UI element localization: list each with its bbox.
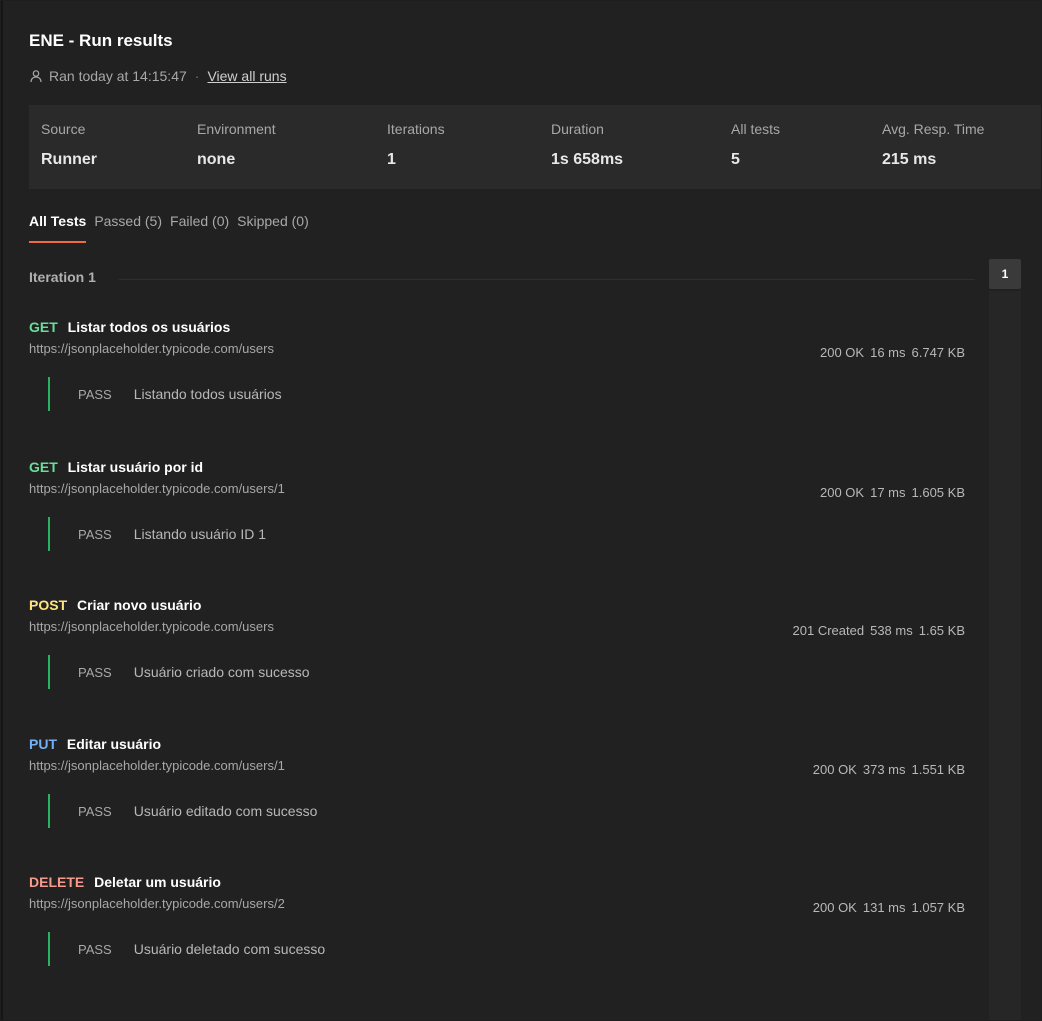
method-badge: POST [29,597,68,613]
summary-iterations: Iterations 1 [387,121,445,168]
run-results-panel: ENE - Run results Ran today at 14:15:47 … [1,1,1041,1020]
test-result: PASS Listando todos usuários [48,377,282,411]
response-stats: 200 OK 16 ms 6.747 KB [820,345,965,360]
test-status: PASS [78,386,112,402]
test-result: PASS Usuário deletado com sucesso [48,932,325,966]
response-size: 1.551 KB [911,762,966,777]
test-status: PASS [78,803,112,819]
separator-dot: · [194,68,200,84]
test-name: Usuário criado com sucesso [133,664,310,680]
iteration-badge[interactable]: 1 [989,259,1021,289]
status-code: 200 OK [812,762,857,777]
response-time: 16 ms [870,345,906,360]
request-item[interactable]: GET Listar todos os usuários https://jso… [29,319,969,411]
request-name: Listar todos os usuários [67,319,231,335]
summary-environment: Environment none [197,121,276,168]
summary-avg-resp-time: Avg. Resp. Time 215 ms [882,121,985,168]
tab-skipped[interactable]: Skipped (0) [237,213,309,243]
test-result: PASS Usuário editado com sucesso [48,794,317,828]
test-filter-tabs: All Tests Passed (5) Failed (0) Skipped … [29,213,309,243]
test-result: PASS Listando usuário ID 1 [48,517,266,551]
run-summary: Source Runner Environment none Iteration… [29,105,1041,189]
response-stats: 201 Created 538 ms 1.65 KB [793,623,965,638]
request-item[interactable]: DELETE Deletar um usuário https://jsonpl… [29,874,969,966]
test-name: Usuário deletado com sucesso [133,941,326,957]
test-name: Usuário editado com sucesso [133,803,318,819]
tab-all-tests[interactable]: All Tests [29,213,87,243]
view-all-runs-link[interactable]: View all runs [207,68,286,84]
test-status: PASS [78,664,112,680]
panel-edge [1,1,3,1020]
method-badge: GET [29,459,58,475]
response-size: 1.65 KB [918,623,965,638]
test-name: Listando todos usuários [133,386,282,402]
method-badge: DELETE [29,874,85,890]
request-name: Listar usuário por id [67,459,204,475]
request-name: Deletar um usuário [94,874,221,890]
iteration-header: Iteration 1 [29,269,96,285]
request-item[interactable]: GET Listar usuário por id https://jsonpl… [29,459,969,551]
status-code: 200 OK [820,485,865,500]
summary-source: Source Runner [41,121,97,168]
method-badge: GET [29,319,58,335]
request-item[interactable]: PUT Editar usuário https://jsonplacehold… [29,736,969,828]
response-time: 538 ms [870,623,913,638]
test-status: PASS [78,526,112,542]
response-size: 1.057 KB [911,900,966,915]
test-result: PASS Usuário criado com sucesso [48,655,310,689]
tab-failed[interactable]: Failed (0) [170,213,229,243]
tab-passed[interactable]: Passed (5) [94,213,162,243]
request-item[interactable]: POST Criar novo usuário https://jsonplac… [29,597,969,689]
response-time: 131 ms [862,900,906,915]
run-info: Ran today at 14:15:47 · View all runs [29,68,287,84]
response-time: 373 ms [862,762,906,777]
request-name: Criar novo usuário [77,597,202,613]
response-stats: 200 OK 373 ms 1.551 KB [813,762,965,777]
response-stats: 200 OK 131 ms 1.057 KB [813,900,965,915]
user-icon [30,70,42,83]
response-size: 6.747 KB [911,345,966,360]
request-name: Editar usuário [66,736,162,752]
iteration-scrollbar[interactable] [989,291,1021,1020]
iteration-divider [119,279,975,280]
status-code: 200 OK [820,345,865,360]
status-code: 201 Created [792,623,865,638]
status-code: 200 OK [812,900,857,915]
response-size: 1.605 KB [911,485,966,500]
page-title: ENE - Run results [29,31,173,50]
test-name: Listando usuário ID 1 [133,526,267,542]
response-time: 17 ms [870,485,906,500]
ran-timestamp: Ran today at 14:15:47 [49,68,187,84]
summary-duration: Duration 1s 658ms [551,121,624,168]
response-stats: 200 OK 17 ms 1.605 KB [820,485,965,500]
summary-all-tests: All tests 5 [731,121,781,168]
method-badge: PUT [29,736,57,752]
test-status: PASS [78,941,112,957]
